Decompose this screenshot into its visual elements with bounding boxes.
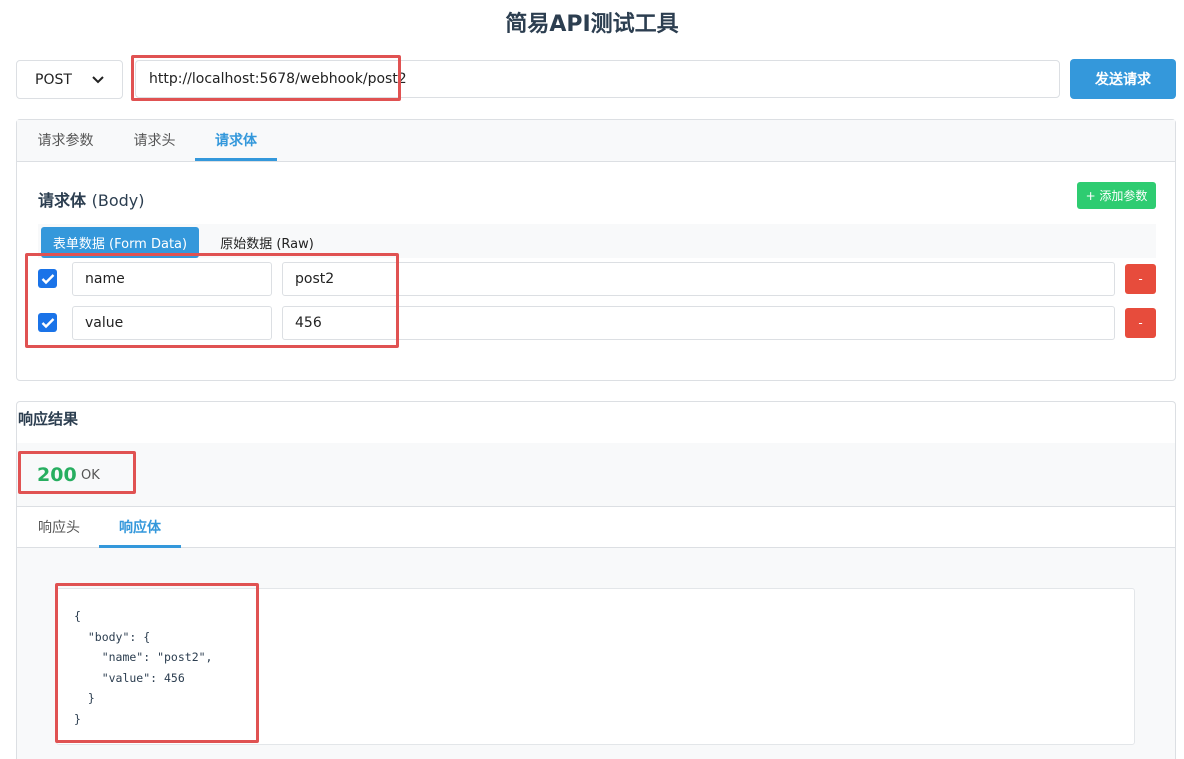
body-section-title: 请求体 (Body) (38, 187, 144, 211)
param-key-field[interactable]: name (72, 262, 272, 296)
request-panel: 请求参数 请求头 请求体 请求体 (Body) + 添加参数 表单数据 (For… (16, 119, 1176, 381)
request-tabs: 请求参数 请求头 请求体 (17, 120, 1175, 162)
body-title-text: 请求体 (38, 191, 87, 210)
mode-form-data-button[interactable]: 表单数据 (Form Data) (41, 227, 199, 258)
send-request-button[interactable]: 发送请求 (1070, 59, 1176, 99)
param-value-field[interactable]: post2 (282, 262, 1115, 296)
url-input[interactable]: http://localhost:5678/webhook/post2 (135, 60, 1060, 98)
tab-response-body[interactable]: 响应体 (99, 507, 181, 548)
param-enabled-checkbox[interactable] (38, 313, 57, 332)
body-mode-bar: 表单数据 (Form Data) 原始数据 (Raw) (38, 224, 1156, 258)
response-body-area: { "body": { "name": "post2", "value": 45… (17, 548, 1175, 759)
response-panel: 响应结果 200 OK 响应头 响应体 { "body": { "name": … (16, 401, 1176, 759)
tab-response-headers[interactable]: 响应头 (23, 507, 95, 548)
response-json: { "body": { "name": "post2", "value": 45… (74, 609, 213, 726)
status-bar: 200 OK (17, 443, 1175, 506)
remove-param-button[interactable]: - (1125, 264, 1156, 294)
param-enabled-checkbox[interactable] (38, 269, 57, 288)
status-text: OK (81, 468, 100, 483)
response-title: 响应结果 (18, 410, 79, 428)
mode-raw-button[interactable]: 原始数据 (Raw) (212, 227, 322, 258)
method-select[interactable]: POST (16, 60, 123, 99)
status-code: 200 (37, 464, 77, 486)
page-title: 简易API测试工具 (505, 12, 679, 37)
response-tabs: 响应头 响应体 (17, 506, 1175, 548)
checkmark-icon (41, 317, 54, 328)
tab-request-headers[interactable]: 请求头 (117, 120, 192, 161)
param-value-field[interactable]: 456 (282, 306, 1115, 340)
chevron-down-icon (92, 73, 104, 87)
body-title-sub: (Body) (91, 191, 145, 210)
tab-request-params[interactable]: 请求参数 (23, 120, 108, 161)
checkmark-icon (41, 273, 54, 284)
remove-param-button[interactable]: - (1125, 308, 1156, 338)
param-key-field[interactable]: value (72, 306, 272, 340)
response-json-box: { "body": { "name": "post2", "value": 45… (56, 588, 1135, 745)
method-value: POST (35, 71, 72, 88)
param-row: value 456 - (37, 306, 1157, 340)
add-param-button[interactable]: + 添加参数 (1077, 182, 1156, 209)
tab-request-body[interactable]: 请求体 (195, 120, 277, 161)
param-row: name post2 - (37, 262, 1157, 296)
